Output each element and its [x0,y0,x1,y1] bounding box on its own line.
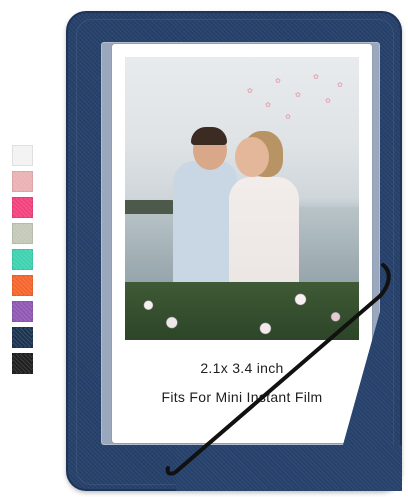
swatch-mint[interactable] [12,249,33,270]
swatch-navy[interactable] [12,327,33,348]
swatch-light-pink[interactable] [12,171,33,192]
swatch-black[interactable] [12,353,33,374]
groom-hair [191,127,227,145]
petal-icon: ✿ [285,114,291,121]
album-bottom-flap [176,445,402,491]
petal-icon: ✿ [275,78,281,85]
size-caption: 2.1x 3.4 inch [200,360,284,376]
bride-head [235,137,269,177]
groom-shirt [173,161,237,291]
petal-icon: ✿ [325,98,331,105]
swatch-purple[interactable] [12,301,33,322]
flower-bushes [125,282,359,340]
swatch-orange[interactable] [12,275,33,296]
fits-caption: Fits For Mini Instant Film [161,389,323,405]
petal-icon: ✿ [295,92,301,99]
petal-icon: ✿ [313,74,319,81]
swatch-white[interactable] [12,145,33,166]
swatch-sage-green[interactable] [12,223,33,244]
wedding-couple-photo: ✿ ✿ ✿ ✿ ✿ ✿ ✿ ✿ [125,57,359,340]
petal-icon: ✿ [247,88,253,95]
petal-icon: ✿ [337,82,343,89]
swatch-hot-pink[interactable] [12,197,33,218]
color-swatches [12,145,33,379]
petal-icon: ✿ [265,102,271,109]
